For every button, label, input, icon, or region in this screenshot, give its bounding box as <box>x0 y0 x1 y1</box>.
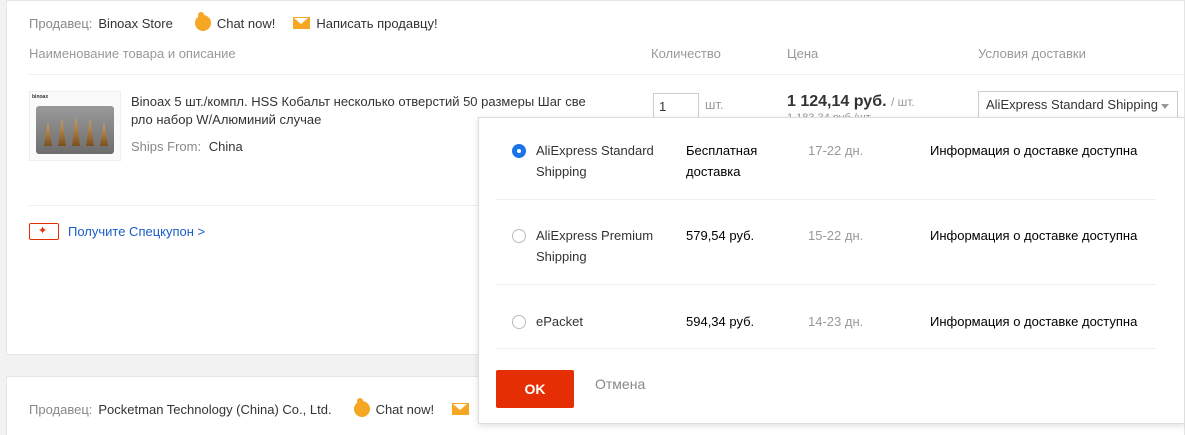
seller-row-2: Продавец: Pocketman Technology (China) C… <box>29 398 475 417</box>
shipping-option-price: 579,54 руб. <box>686 228 755 243</box>
unit-price: 1 124,14 руб. / шт. <box>787 93 915 111</box>
shipping-option-info: Информация о доставке доступна <box>930 143 1138 158</box>
chat-now-link-2[interactable]: Chat now! <box>376 402 435 417</box>
option-divider <box>496 199 1156 200</box>
column-headers: Наименование товара и описание Количеств… <box>29 46 1179 66</box>
seller-label: Продавец: <box>29 15 93 31</box>
quantity-unit: шт. <box>705 97 724 112</box>
brand-mini-logo: binoax <box>32 94 49 100</box>
chat-now-link[interactable]: Chat now! <box>217 16 276 31</box>
coupon-row[interactable]: Получите Спецкупон > <box>29 223 205 240</box>
radio-selected-icon[interactable] <box>512 144 526 158</box>
seller-name-link[interactable]: Binoax Store <box>98 16 172 31</box>
col-shipping: Условия доставки <box>978 46 1086 61</box>
ships-from-value: China <box>208 139 243 154</box>
shipping-options-dropdown: AliExpress Standard Shipping Бесплатная … <box>478 117 1185 424</box>
option-divider <box>496 348 1156 349</box>
shipping-option-days: 15-22 дн. <box>808 228 864 243</box>
shipping-option[interactable]: ePacket 594,34 руб. 14-23 дн. Информация… <box>496 311 1156 336</box>
shipping-option-price: 594,34 руб. <box>686 314 755 329</box>
chevron-down-icon <box>1161 104 1169 109</box>
option-divider <box>496 284 1156 285</box>
seller-name-link-2[interactable]: Pocketman Technology (China) Co., Ltd. <box>98 402 331 417</box>
shipping-option-name: AliExpress Premium Shipping <box>536 228 654 264</box>
shipping-option-name: ePacket <box>536 314 583 329</box>
mail-icon[interactable] <box>293 17 311 29</box>
seller-row: Продавец: Binoax Store Chat now! Написат… <box>29 12 438 31</box>
ships-from-label: Ships From: <box>131 139 202 154</box>
col-quantity: Количество <box>651 46 721 61</box>
price-unit: / шт. <box>890 95 915 109</box>
shipping-select-value: AliExpress Standard Shipping <box>986 97 1158 112</box>
col-product: Наименование товара и описание <box>29 46 236 61</box>
shipping-option[interactable]: AliExpress Standard Shipping Бесплатная … <box>496 140 1156 185</box>
ships-from: Ships From: China <box>131 139 243 154</box>
mail-icon[interactable] <box>452 403 470 415</box>
get-coupon-link[interactable]: Получите Спецкупон > <box>68 224 205 239</box>
drill-case-image <box>36 106 114 154</box>
shipping-option-info: Информация о доставке доступна <box>930 228 1138 243</box>
shipping-option-price: Бесплатная доставка <box>686 143 758 179</box>
seller-label-2: Продавец: <box>29 401 93 417</box>
chat-icon[interactable] <box>194 12 211 31</box>
shipping-option-days: 17-22 дн. <box>808 143 864 158</box>
cancel-button[interactable]: Отмена <box>595 376 645 392</box>
col-price: Цена <box>787 46 819 61</box>
shipping-option[interactable]: AliExpress Premium Shipping 579,54 руб. … <box>496 225 1156 270</box>
chat-icon[interactable] <box>353 398 370 417</box>
product-thumbnail[interactable]: binoax <box>29 91 121 161</box>
ok-button[interactable]: OK <box>496 370 574 408</box>
radio-unselected-icon[interactable] <box>512 229 526 243</box>
radio-unselected-icon[interactable] <box>512 315 526 329</box>
header-divider <box>29 74 1184 75</box>
message-seller-link[interactable]: Написать продавцу! <box>316 16 437 31</box>
shipping-option-days: 14-23 дн. <box>808 314 864 329</box>
shipping-option-info: Информация о доставке доступна <box>930 314 1138 329</box>
price-value: 1 124,14 руб. <box>787 93 887 110</box>
shipping-method-select[interactable]: AliExpress Standard Shipping <box>978 91 1178 119</box>
shipping-option-name: AliExpress Standard Shipping <box>536 143 654 179</box>
coupon-icon <box>29 223 59 240</box>
quantity-input[interactable] <box>653 93 699 119</box>
row-divider <box>29 205 499 206</box>
